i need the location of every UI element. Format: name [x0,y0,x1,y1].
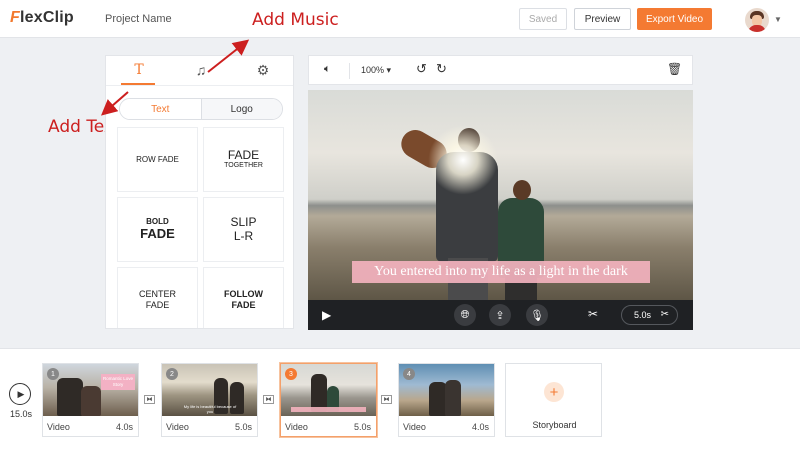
timeline-clip[interactable]: My life is beautiful because of you 2 Vi… [161,363,258,437]
timeline-play-button[interactable]: ▶ [9,383,31,405]
storyboard-label: Storyboard [532,420,577,430]
clip-number: 2 [166,368,178,380]
text-style-bold-fade[interactable]: BOLD FADE [118,198,197,261]
text-logo-toggle: Text Logo [119,98,283,120]
plus-icon: + [544,382,564,402]
logo-segment[interactable]: Logo [201,99,282,119]
text-style-center-fade[interactable]: CENTER FADE [118,268,197,328]
scene-woman-head [513,180,531,200]
active-tab-indicator [121,83,155,85]
microphone-icon[interactable]: 🎙︎ [526,304,548,326]
saved-button[interactable]: Saved [519,8,567,30]
toolbar-divider [349,63,350,79]
clip-text-tag [291,407,366,412]
transition-icon[interactable]: ⧓ [144,395,155,404]
clip-duration: 5.0s [353,422,371,432]
export-video-button[interactable]: Export Video [637,8,712,30]
clip-label: Video [285,422,308,432]
clip-text-tag: My life is beautiful because of you [183,404,237,414]
storyboard-button[interactable]: + Storyboard [505,363,602,437]
text-style-slip-lr[interactable]: SLIP L-R [204,198,283,261]
video-caption[interactable]: You entered into my life as a light in t… [352,261,650,283]
panel-tabs: T ♫ ⚙ [106,56,293,86]
preview-toolbar: 🔈︎ 100% ▾ ↺ ↻ 🗑︎ [308,55,693,85]
clip-duration: 4.0s [471,422,489,432]
left-panel: T ♫ ⚙ Text Logo ROW FADE FADE TOGETHER BO… [105,55,294,329]
video-controls: ▶ 🌐︎ ⇪ 🎙︎ ✂ 5.0s ✂ [308,300,693,330]
music-note-icon[interactable]: ♫ [190,62,212,80]
scene-sun [428,125,498,195]
chevron-down-icon[interactable]: ▼ [774,15,782,24]
text-style-follow-fade[interactable]: FOLLOW FADE [204,268,283,328]
logo-text: lexClip [19,9,74,26]
redo-icon[interactable]: ↻ [436,61,447,77]
text-icon[interactable]: T [128,62,150,80]
clip-number: 3 [285,368,297,380]
text-style-fade-together[interactable]: FADE TOGETHER [204,128,283,191]
text-segment[interactable]: Text [120,99,202,119]
timeline-clip[interactable]: Romantic Love Story 1 Video 4.0s [42,363,139,437]
clip-label: Video [166,422,189,432]
clip-label: Video [403,422,426,432]
clip-text-tag: Romantic Love Story [101,374,135,390]
project-name[interactable]: Project Name [105,13,172,25]
clip-number: 1 [47,368,59,380]
preview-button[interactable]: Preview [574,8,631,30]
split-icon[interactable]: ✂ [588,307,598,321]
scissors-icon[interactable]: ✂ [661,309,669,320]
clip-label: Video [47,422,70,432]
clip-duration: 5.0s [234,422,252,432]
video-preview[interactable]: You entered into my life as a light in t… [308,90,693,300]
thumb-figure [57,378,83,416]
undo-icon[interactable]: ↺ [416,61,427,77]
total-duration: 15.0s [10,409,33,419]
add-music-annotation: Add Music [252,10,339,30]
transition-icon[interactable]: ⧓ [381,395,392,404]
zoom-select[interactable]: 100% ▾ [361,65,391,76]
play-icon[interactable]: ▶ [322,308,331,322]
clip-number: 4 [403,368,415,380]
gear-icon[interactable]: ⚙ [252,62,274,80]
thumb-figure [81,386,101,416]
globe-icon[interactable]: 🌐︎ [454,304,476,326]
volume-icon[interactable]: 🔈︎ [324,63,331,76]
upload-icon[interactable]: ⇪ [489,304,511,326]
timeline-clip-active[interactable]: 3 Video 5.0s [280,363,377,437]
app-header: FlexClip Project Name Saved Preview Expo… [0,0,800,38]
timeline: ▶ 15.0s Romantic Love Story 1 Video 4.0s… [0,348,800,450]
flexclip-logo[interactable]: FlexClip [10,9,74,27]
clip-duration: 4.0s [115,422,133,432]
trash-icon[interactable]: 🗑︎ [667,62,682,76]
avatar[interactable] [745,8,769,32]
transition-icon[interactable]: ⧓ [263,395,274,404]
text-style-row-fade[interactable]: ROW FADE [118,128,197,191]
clip-duration-control[interactable]: 5.0s ✂ [621,305,678,325]
timeline-clip[interactable]: 4 Video 4.0s [398,363,495,437]
thumb-figure [445,380,461,416]
